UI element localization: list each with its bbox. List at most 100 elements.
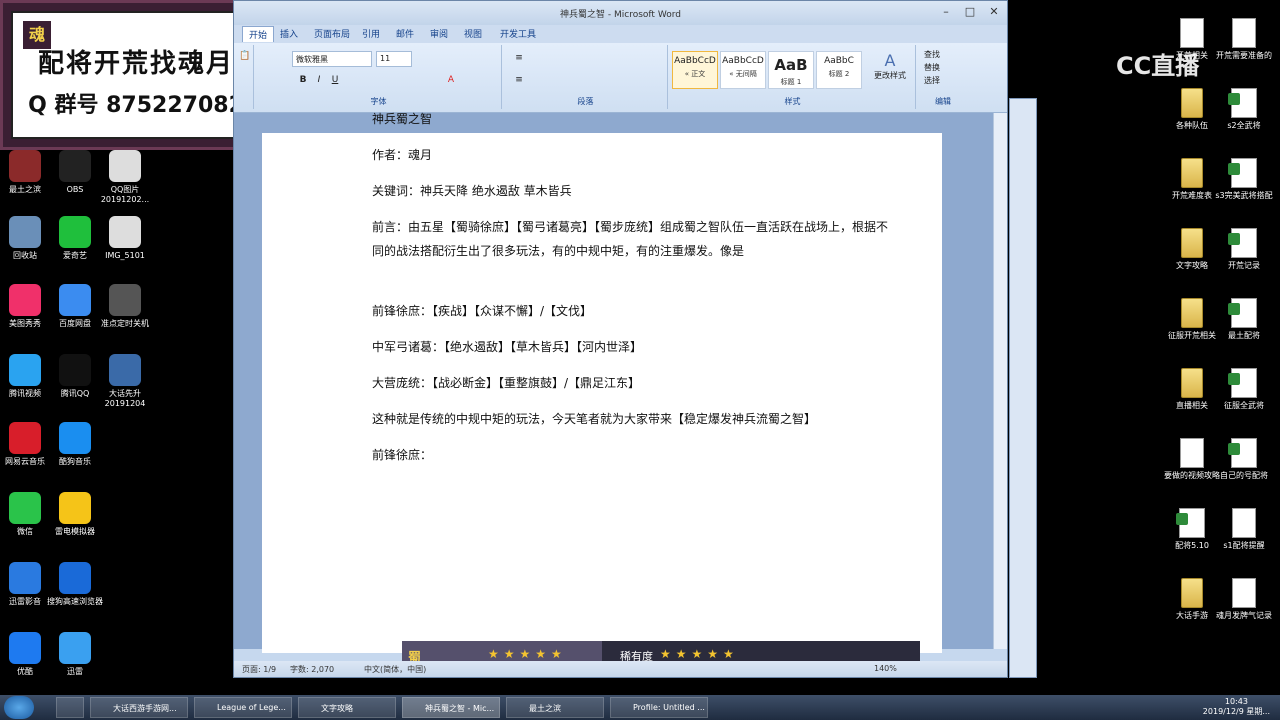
bullets-icon[interactable]: ≡: [512, 51, 526, 65]
tab-3[interactable]: 引用: [362, 27, 380, 40]
promo-panel: 魂 配将开荒找魂月 Q 群号 875227082: [11, 11, 261, 139]
style-0[interactable]: AaBbCcD « 正文: [672, 51, 718, 89]
status-words: 字数: 2,070: [290, 665, 335, 674]
font-group: 微软雅黑 11 B I U A 字体: [256, 45, 502, 109]
doc-paragraph-4[interactable]: 前锋徐庶：【疾战】【众谋不懈】/【文伐】: [372, 299, 892, 323]
file-icon-label: s1配将提醒: [1223, 541, 1265, 550]
desktop-icon-11[interactable]: 大话先升20191204: [90, 354, 160, 409]
paragraph-group-label: 段落: [577, 97, 594, 106]
bold-button[interactable]: B: [296, 73, 310, 87]
file-icon-17[interactable]: 魂月发牌气记录: [1209, 578, 1279, 621]
doc-paragraph-8[interactable]: 前锋徐庶：: [372, 443, 892, 467]
taskbar-item-3[interactable]: 文字攻略: [298, 697, 396, 718]
word-window[interactable]: 神兵蜀之智 - Microsoft Word – □ ✕ 开始 插入 页面布局 引用 邮…: [233, 0, 1008, 678]
file-icon-11[interactable]: 征服全武将: [1209, 368, 1279, 411]
editing-group-label: 编辑: [935, 97, 951, 106]
italic-button[interactable]: I: [312, 73, 326, 87]
close-icon[interactable]: ✕: [984, 5, 1004, 18]
file-icon-13[interactable]: 自己的号配将: [1209, 438, 1279, 481]
style-1[interactable]: AaBbCcD « 无间隔: [720, 51, 766, 89]
font-size-field[interactable]: 11: [376, 51, 412, 67]
vertical-scrollbar[interactable]: [993, 113, 1007, 649]
doc-paragraph-6[interactable]: 大营庞统：【战必断金】【重整旗鼓】/【鼎足江东】: [372, 371, 892, 395]
doc-paragraph-5[interactable]: 中军弓诸葛：【绝水遏敌】【草木皆兵】【河内世泽】: [372, 335, 892, 359]
desktop-icon-5[interactable]: IMG_5101: [90, 216, 160, 261]
xls-icon: [1228, 158, 1257, 188]
taskbar-item-0[interactable]: [56, 697, 84, 718]
styles-group: AaBbCcD « 正文 AaBbCcD « 无间隔 AaB 标题 1 AaBbC 标题 2 …: [670, 45, 916, 109]
app-icon: [59, 284, 91, 316]
start-button[interactable]: [4, 696, 34, 719]
status-zoom[interactable]: 140%: [874, 664, 897, 673]
file-icon-3[interactable]: s2全武将: [1209, 88, 1279, 131]
desktop-icon-19[interactable]: 迅雷: [40, 632, 110, 677]
tab-7[interactable]: 开发工具: [500, 27, 536, 40]
file-icon-label: s2全武将: [1227, 121, 1261, 130]
maximize-icon[interactable]: □: [960, 5, 980, 18]
taskbar-item-1[interactable]: 大话西游手游网...: [90, 697, 188, 718]
file-icon-7[interactable]: 开荒记录: [1209, 228, 1279, 271]
file-icon-label: 开荒记录: [1228, 261, 1260, 270]
align-left-icon[interactable]: ≡: [512, 73, 526, 87]
tab-1[interactable]: 插入: [280, 27, 298, 40]
file-icon-5[interactable]: s3完美武将搭配: [1209, 158, 1279, 201]
clock[interactable]: 10:43 2019/12/9 星期...: [1203, 697, 1270, 717]
doc-paragraph-3[interactable]: 前言：由五星【蜀骑徐庶】【蜀弓诸葛亮】【蜀步庞统】组成蜀之智队伍一直活跃在战场上…: [372, 215, 892, 263]
change-style-label: 更改样式: [874, 71, 906, 80]
app-icon: [109, 150, 141, 182]
desktop-icon-15[interactable]: 雷电模拟器: [40, 492, 110, 537]
minimize-icon[interactable]: –: [936, 5, 956, 18]
xls-icon: [1228, 228, 1257, 258]
tab-0[interactable]: 开始: [242, 26, 275, 42]
doc-icon: [1232, 578, 1256, 608]
doc-paragraph-2[interactable]: 关键词：神兵天降 绝水遏敌 草木皆兵: [372, 179, 892, 203]
tab-2[interactable]: 页面布局: [314, 27, 350, 40]
desktop-icon-label: 雷电模拟器: [55, 527, 95, 536]
taskbar-item-5[interactable]: 最土之滨: [506, 697, 604, 718]
doc-paragraph-7[interactable]: 这种就是传统的中规中矩的玩法，今天笔者就为大家带来【稳定爆发神兵流蜀之智】: [372, 407, 892, 431]
file-icon-1[interactable]: 开荒需要准备的: [1209, 18, 1279, 61]
desktop-icon-13[interactable]: 酷狗音乐: [40, 422, 110, 467]
tab-6[interactable]: 视图: [464, 27, 482, 40]
font-group-label: 字体: [370, 97, 387, 106]
doc-paragraph-1[interactable]: 作者：魂月: [372, 143, 892, 167]
style-2[interactable]: AaB 标题 1: [768, 51, 814, 89]
xls-icon: [1228, 368, 1257, 398]
editing-item-2[interactable]: 选择: [924, 75, 940, 86]
taskbar-item-6[interactable]: Profile: Untitled ...: [610, 697, 708, 718]
file-icon-15[interactable]: s1配将提醒: [1209, 508, 1279, 551]
file-icon-label: 征服全武将: [1224, 401, 1264, 410]
game-stars-left: ★★★★★: [488, 647, 567, 661]
app-icon: [9, 422, 41, 454]
file-icon-9[interactable]: 最土配将: [1209, 298, 1279, 341]
editing-item-0[interactable]: 查找: [924, 49, 940, 60]
desktop-icon-label: 大话先升20191204: [104, 389, 146, 408]
app-icon: [9, 216, 41, 248]
style-3[interactable]: AaBbC 标题 2: [816, 51, 862, 89]
change-style-button[interactable]: A 更改样式: [870, 51, 910, 81]
desktop-icon-17[interactable]: 搜狗高速浏览器: [40, 562, 110, 607]
desktop-icon-2[interactable]: QQ图片20191202...: [90, 150, 160, 205]
document-area[interactable]: 神兵蜀之智 作者：魂月 关键词：神兵天降 绝水遏敌 草木皆兵 前言：由五星【蜀骑徐庶】…: [234, 112, 994, 669]
title-bar[interactable]: 神兵蜀之智 - Microsoft Word – □ ✕: [234, 1, 1007, 25]
editing-item-1[interactable]: 替换: [924, 62, 940, 73]
style-name: 标题 2: [828, 70, 850, 78]
font-color-button[interactable]: A: [444, 73, 458, 87]
doc-paragraph-0[interactable]: 神兵蜀之智: [372, 107, 892, 131]
tab-5[interactable]: 审阅: [430, 27, 448, 40]
background-window[interactable]: [1009, 98, 1037, 678]
desktop-icon-8[interactable]: 准点定时关机: [90, 284, 160, 329]
folder-icon: [1181, 298, 1203, 328]
font-name-field[interactable]: 微软雅黑: [292, 51, 372, 67]
document-page[interactable]: 神兵蜀之智 作者：魂月 关键词：神兵天降 绝水遏敌 草木皆兵 前言：由五星【蜀骑徐庶】…: [262, 112, 942, 669]
desktop-icon-label: IMG_5101: [105, 251, 145, 260]
underline-button[interactable]: U: [328, 73, 342, 87]
status-page: 页面: 1/9: [242, 665, 277, 674]
taskbar-item-2[interactable]: League of Lege...: [194, 697, 292, 718]
app-icon: [59, 492, 91, 524]
style-name: « 正文: [684, 70, 706, 78]
xls-icon: [1228, 438, 1257, 468]
paste-icon[interactable]: 📋: [238, 49, 252, 63]
tab-4[interactable]: 邮件: [396, 27, 414, 40]
taskbar-item-4[interactable]: 神兵蜀之智 - Mic...: [402, 697, 500, 718]
